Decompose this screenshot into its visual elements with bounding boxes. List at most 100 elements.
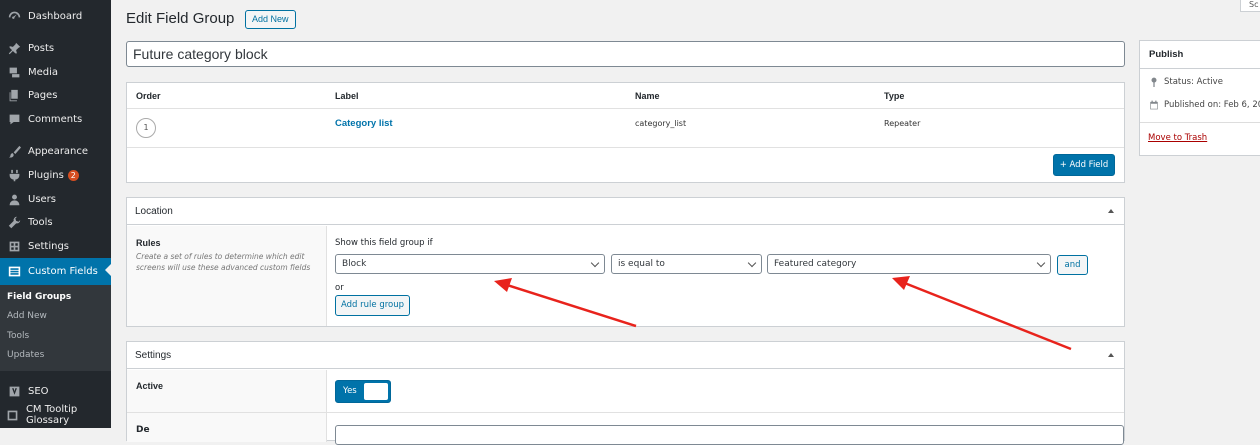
seo-icon: [6, 383, 22, 399]
menu-seo[interactable]: SEO: [0, 379, 111, 403]
users-icon: [6, 191, 22, 207]
settings-icon: [6, 238, 22, 254]
divider: [127, 108, 1124, 109]
menu-label: Posts: [28, 42, 55, 54]
add-new-button[interactable]: Add New: [245, 10, 296, 29]
divider: [127, 147, 1124, 148]
active-toggle[interactable]: Yes: [335, 380, 391, 403]
menu-cm-tooltip-glossary[interactable]: CM Tooltip Glossary: [0, 403, 111, 427]
menu-label: Media: [28, 66, 59, 78]
menu-tools[interactable]: Tools: [0, 210, 111, 234]
custom-fields-submenu: Field Groups Add New Tools Updates: [0, 285, 111, 371]
menu-label: Dashboard: [28, 10, 83, 22]
publish-box: Publish Status: Active Published on: Feb…: [1139, 40, 1260, 156]
menu-media[interactable]: Media: [0, 60, 111, 84]
active-label: Active: [136, 381, 164, 391]
show-if-label: Show this field group if: [335, 238, 433, 248]
custom-fields-icon: [6, 264, 22, 280]
menu-label: CM Tooltip Glossary: [25, 404, 78, 426]
wrench-icon: [6, 214, 22, 230]
toggle-knob: [364, 383, 388, 400]
menu-label: Users: [28, 193, 57, 205]
submenu-add-new[interactable]: Add New: [7, 311, 47, 321]
column-label: Label: [335, 91, 359, 101]
fields-box: Order Label Name Type 1 Category list ca…: [126, 82, 1125, 183]
location-header[interactable]: Location: [127, 198, 1124, 225]
move-to-trash-link[interactable]: Move to Trash: [1148, 133, 1207, 143]
menu-dashboard[interactable]: Dashboard: [0, 4, 111, 28]
menu-pages[interactable]: Pages: [0, 83, 111, 107]
menu-label: Comments: [28, 113, 83, 125]
menu-label: Settings: [28, 240, 70, 252]
glossary-icon: [6, 407, 20, 423]
rule-param-select[interactable]: Block: [335, 254, 605, 274]
divider: [127, 412, 1124, 413]
or-label: or: [335, 283, 344, 293]
menu-settings[interactable]: Settings: [0, 234, 111, 258]
column-name: Name: [635, 91, 660, 101]
menu-label: Plugins: [28, 169, 64, 181]
chevron-down-icon: [747, 258, 757, 268]
rule-param-value: Block: [342, 259, 367, 269]
chevron-down-icon: [1036, 258, 1046, 268]
menu-label: Appearance: [28, 145, 89, 157]
menu-custom-fields[interactable]: Custom Fields: [0, 258, 111, 285]
pages-icon: [6, 87, 22, 103]
menu-posts[interactable]: Posts: [0, 36, 111, 60]
column-type: Type: [884, 91, 905, 101]
field-order-badge[interactable]: 1: [136, 118, 156, 138]
settings-next-label: De: [136, 425, 150, 435]
media-icon: [6, 64, 22, 80]
menu-comments[interactable]: Comments: [0, 107, 111, 131]
published-on-text: Published on: Feb 6, 2020: [1164, 100, 1260, 110]
settings-title: Settings: [135, 350, 172, 361]
rules-description: Create a set of rules to determine which…: [136, 252, 311, 272]
publish-title: Publish: [1140, 41, 1260, 69]
plugin-icon: [6, 167, 22, 183]
toggle-on-text: Yes: [343, 386, 357, 396]
location-box: Location Rules Create a set of rules to …: [126, 197, 1125, 327]
rules-label: Rules: [136, 238, 161, 248]
menu-label: SEO: [28, 385, 49, 397]
add-rule-group-button[interactable]: Add rule group: [335, 295, 410, 316]
menu-label: Pages: [28, 89, 58, 101]
submenu-tools[interactable]: Tools: [7, 331, 29, 341]
update-count-badge: 2: [67, 169, 79, 181]
rule-value-value: Featured category: [774, 259, 857, 269]
rule-value-select[interactable]: Featured category: [767, 254, 1051, 274]
location-title: Location: [135, 206, 173, 217]
and-rule-button[interactable]: and: [1057, 255, 1088, 275]
divider: [1140, 122, 1260, 123]
field-type: Repeater: [884, 119, 921, 128]
menu-appearance[interactable]: Appearance: [0, 139, 111, 163]
settings-header[interactable]: Settings: [127, 342, 1124, 369]
comment-icon: [6, 111, 22, 127]
status-text: Status: Active: [1164, 77, 1223, 87]
collapse-arrow-icon[interactable]: [1108, 209, 1114, 213]
menu-users[interactable]: Users: [0, 187, 111, 211]
field-label-link[interactable]: Category list: [335, 118, 393, 129]
field-group-title-input[interactable]: Future category block: [126, 41, 1125, 67]
rule-operator-value: is equal to: [618, 259, 665, 269]
pin-icon: [1151, 77, 1157, 87]
column-order: Order: [136, 91, 161, 101]
screen-options-tab[interactable]: Sc: [1240, 0, 1260, 12]
calendar-icon: [1150, 100, 1158, 110]
submenu-field-groups[interactable]: Field Groups: [7, 292, 71, 302]
dashboard-icon: [6, 8, 22, 24]
collapse-arrow-icon[interactable]: [1108, 353, 1114, 357]
settings-box: Settings Active Yes De: [126, 341, 1125, 445]
pin-icon: [6, 40, 22, 56]
field-name: category_list: [635, 119, 687, 128]
brush-icon: [6, 143, 22, 159]
menu-plugins[interactable]: Plugins 2: [0, 163, 111, 187]
rule-operator-select[interactable]: is equal to: [611, 254, 762, 274]
page-title: Edit Field Group: [126, 10, 235, 27]
menu-label: Tools: [28, 216, 53, 228]
admin-sidebar: Dashboard Posts Media Pages Comments App…: [0, 0, 111, 428]
chevron-down-icon: [590, 258, 600, 268]
submenu-updates[interactable]: Updates: [7, 350, 44, 360]
settings-next-input[interactable]: [335, 425, 1124, 445]
add-field-button[interactable]: + Add Field: [1053, 154, 1115, 176]
menu-label: Custom Fields: [28, 266, 98, 277]
